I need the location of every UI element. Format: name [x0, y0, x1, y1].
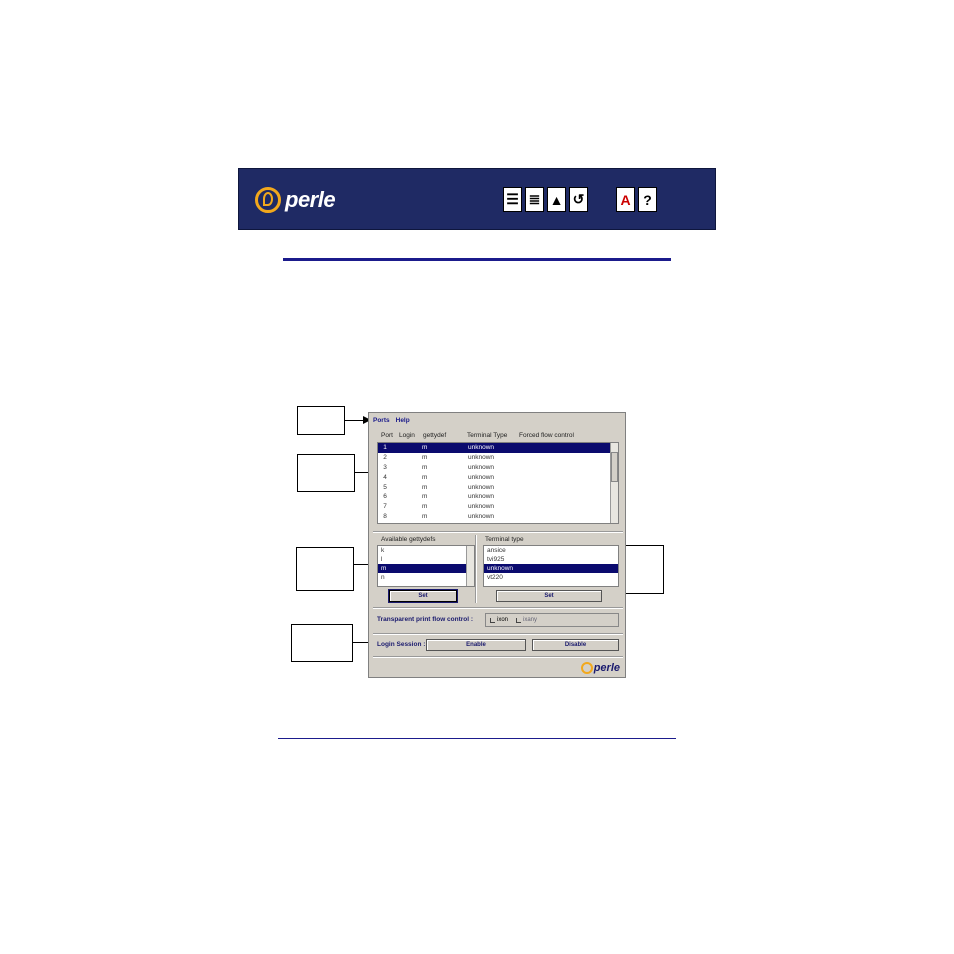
port-cell-term: unknown [468, 473, 495, 481]
port-row[interactable]: 4 m unknown [378, 472, 618, 482]
port-cell-getty: m [422, 473, 428, 481]
disable-button[interactable]: Disable [532, 639, 619, 651]
port-cell-getty: m [422, 503, 428, 511]
port-row[interactable]: 5 m unknown [378, 482, 618, 492]
set-gettydef-button[interactable]: Set [388, 589, 458, 603]
menu-ports[interactable]: Ports [373, 417, 390, 424]
radio-label: ixon [497, 617, 509, 623]
port-cell-term: unknown [468, 503, 495, 511]
window-logo-text: perle [593, 662, 620, 674]
port-cell-port: 1 [383, 444, 387, 452]
terminal-type-item[interactable]: tvi925 [484, 555, 618, 564]
text-icon[interactable]: A [616, 187, 635, 212]
divider [373, 633, 623, 635]
set-terminal-button[interactable]: Set [496, 590, 602, 602]
port-cell-getty: m [422, 483, 428, 491]
gettydef-item[interactable]: k [378, 546, 474, 555]
callout-menu [297, 406, 345, 435]
callout-login [291, 624, 353, 662]
top-icon[interactable]: ▲ [547, 187, 566, 212]
port-list-header: Port Login gettydef Terminal Type Forced… [381, 432, 574, 439]
flow-control-label: Transparent print flow control : [377, 616, 474, 623]
bottom-rule [278, 738, 676, 739]
perle-logo-icon [580, 662, 593, 674]
terminal-type-list[interactable]: ansice tvi925 unknown vt220 [483, 545, 619, 587]
port-cell-term: unknown [468, 493, 495, 501]
callout-arrow-menu [345, 416, 371, 424]
ports-window: Ports Help Port Login gettydef Terminal … [368, 412, 626, 678]
port-cell-term: unknown [468, 463, 495, 471]
port-cell-port: 2 [383, 454, 387, 462]
port-cell-port: 6 [383, 493, 387, 501]
port-cell-term: unknown [468, 444, 495, 452]
flow-control-group: ixon ixany [485, 613, 619, 627]
port-row[interactable]: 3 m unknown [378, 463, 618, 473]
header-banner: perle ☰ ≣ ▲ ↺ A ? [238, 168, 716, 230]
port-row[interactable]: 6 m unknown [378, 492, 618, 502]
radio-icon [490, 617, 495, 623]
perle-logo: perle [255, 185, 336, 215]
port-cell-port: 5 [383, 483, 387, 491]
port-cell-port: 3 [383, 463, 387, 471]
menu-bar: Ports Help [369, 413, 625, 427]
col-gettydef: gettydef [423, 432, 447, 439]
nav-icon-group-2: A ? [616, 187, 657, 212]
port-list[interactable]: 1 m unknown 2 m unknown 3 m unknown 4 m unknown 5 m un… [377, 442, 619, 524]
port-row[interactable]: 8 m unknown [378, 512, 618, 522]
scroll-thumb[interactable] [611, 452, 618, 482]
port-cell-term: unknown [468, 483, 495, 491]
col-terminal-type: Terminal Type [467, 432, 508, 439]
perle-logo-icon [255, 187, 281, 213]
port-cell-getty: m [422, 444, 428, 452]
top-rule [283, 258, 671, 261]
port-row[interactable]: 2 m unknown [378, 453, 618, 463]
port-row[interactable]: 7 m unknown [378, 502, 618, 512]
login-session-label: Login Session : [377, 641, 426, 648]
callout-port-list [297, 454, 355, 492]
port-cell-port: 7 [383, 503, 387, 511]
port-cell-getty: m [422, 493, 428, 501]
gettydef-item[interactable]: m [378, 564, 474, 573]
flow-ixon-radio[interactable]: ixon [490, 617, 508, 623]
port-cell-term: unknown [468, 454, 495, 462]
port-list-scrollbar[interactable] [610, 443, 618, 523]
port-cell-getty: m [422, 463, 428, 471]
port-cell-getty: m [422, 512, 428, 520]
gettydefs-list[interactable]: klmn [377, 545, 475, 587]
col-forced-flow: Forced flow control [519, 432, 574, 439]
gettydefs-scrollbar[interactable] [466, 546, 474, 586]
port-cell-getty: m [422, 454, 428, 462]
terminal-type-label: Terminal type [485, 536, 524, 543]
divider-vertical [475, 535, 477, 603]
port-cell-term: unknown [468, 512, 495, 520]
menu-help[interactable]: Help [396, 417, 410, 424]
callout-gettydefs [296, 547, 354, 591]
gettydefs-label: Available gettydefs [381, 536, 436, 543]
col-port: Port [381, 432, 393, 439]
radio-icon [516, 617, 522, 623]
help-icon[interactable]: ? [638, 187, 657, 212]
col-login: Login [399, 432, 415, 439]
terminal-type-item[interactable]: ansice [484, 546, 618, 555]
terminal-type-item[interactable]: vt220 [484, 573, 618, 582]
enable-button[interactable]: Enable [426, 639, 526, 651]
gettydef-item[interactable]: n [378, 573, 474, 582]
gettydef-item[interactable]: l [378, 555, 474, 564]
divider [373, 531, 623, 533]
logo-text: perle [285, 187, 336, 212]
contents-icon[interactable]: ☰ [503, 187, 522, 212]
window-perle-logo: perle [580, 662, 620, 674]
port-cell-port: 8 [383, 512, 387, 520]
port-cell-port: 4 [383, 473, 387, 481]
nav-icon-group: ☰ ≣ ▲ ↺ [503, 187, 588, 212]
port-row[interactable]: 1 m unknown [378, 443, 618, 453]
index-icon[interactable]: ≣ [525, 187, 544, 212]
radio-label: ixany [523, 617, 538, 623]
divider [373, 607, 623, 609]
back-icon[interactable]: ↺ [569, 187, 588, 212]
divider [373, 656, 623, 658]
terminal-type-item[interactable]: unknown [484, 564, 618, 573]
flow-ixany-radio[interactable]: ixany [516, 617, 537, 623]
